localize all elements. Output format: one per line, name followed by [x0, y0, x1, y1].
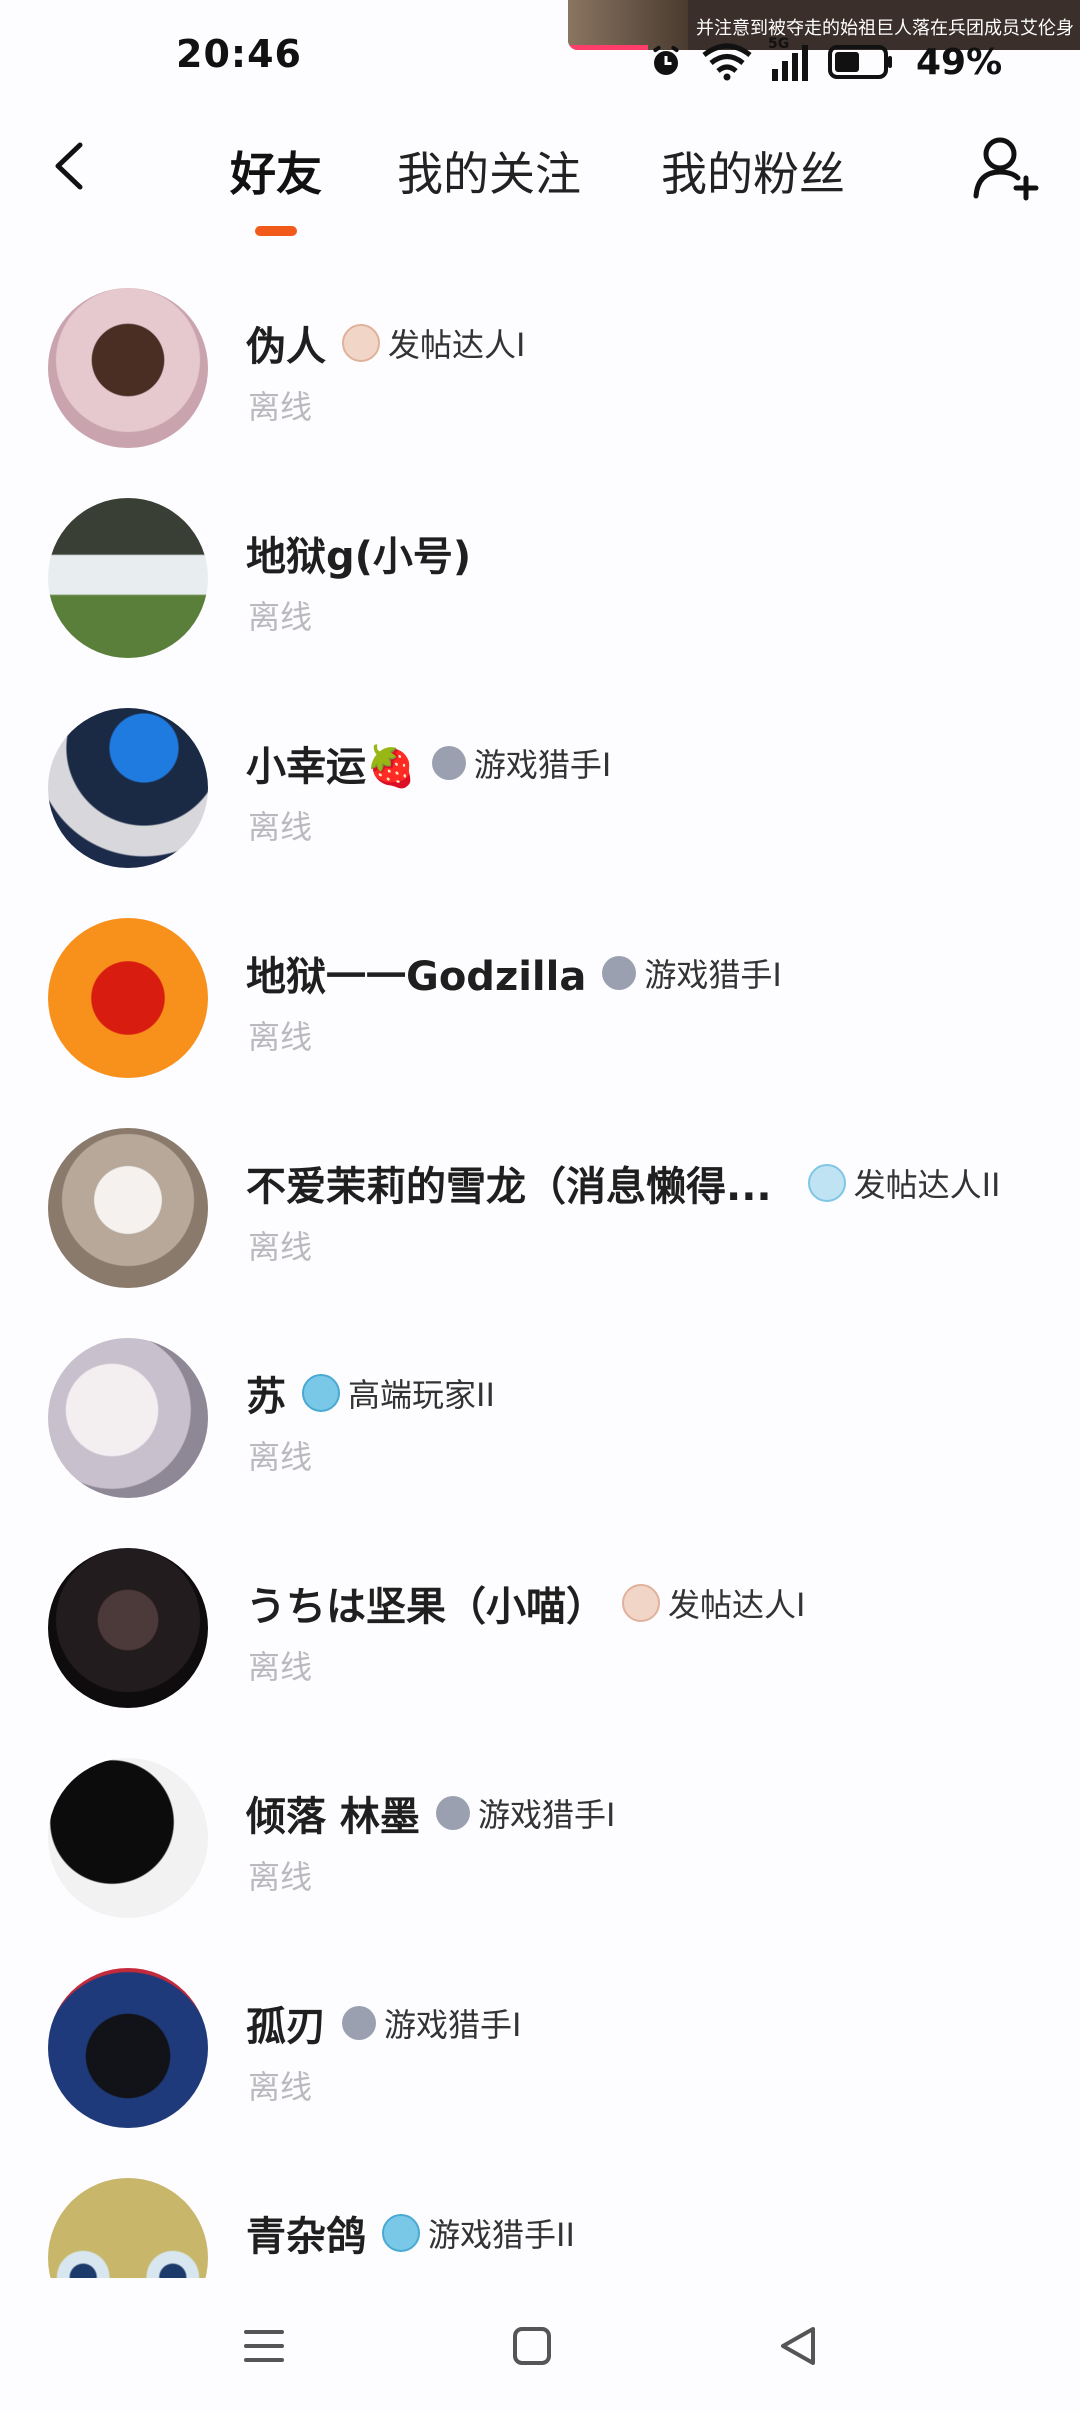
avatar[interactable] [48, 498, 208, 658]
hunter-badge-icon [382, 2214, 420, 2252]
friend-row[interactable]: 苏 高端玩家II 离线 [0, 1312, 1080, 1522]
level-badge: 游戏猎手I [431, 740, 611, 786]
friend-name: 倾落 林墨 [246, 1794, 420, 1840]
friend-row[interactable]: 伪人 发帖达人I 离线 [0, 262, 1080, 472]
level-badge: 游戏猎手II [382, 2210, 575, 2256]
hunter-badge-icon [431, 746, 466, 780]
home-square-icon [513, 2327, 551, 2365]
status-bar: 20:46 并注意到被夺走的始祖巨人落在兵团成员艾伦身 49% 5G [0, 0, 1080, 110]
avatar[interactable] [48, 1128, 208, 1288]
friend-row[interactable]: 小幸运🍓 游戏猎手I 离线 [0, 682, 1080, 892]
friend-name: 孤刃 [246, 2004, 326, 2050]
friend-row[interactable]: 不爱茉莉的雪龙（消息懒得... 发帖达人II 离线 [0, 1102, 1080, 1312]
friend-row[interactable]: 孤刃 游戏猎手I 离线 [0, 1942, 1080, 2152]
friend-name: 苏 [246, 1374, 286, 1420]
online-status: 离线 [248, 598, 313, 636]
avatar[interactable] [48, 1548, 208, 1708]
system-nav-bar [0, 2278, 1080, 2412]
home-button[interactable] [502, 2318, 562, 2374]
online-status: 离线 [248, 388, 313, 426]
video-progress [568, 45, 648, 50]
avatar[interactable] [48, 1758, 208, 1918]
online-status: 离线 [248, 808, 313, 846]
battery-icon [828, 45, 892, 79]
friend-name: 伪人 [246, 324, 326, 370]
level-badge: 游戏猎手I [342, 2000, 521, 2046]
friend-name: 地狱一一Godzilla [246, 954, 587, 1000]
friend-name: うちは坚果（小喵） [246, 1584, 606, 1630]
tab-friends[interactable]: 好友 [230, 138, 322, 204]
friend-row[interactable]: 地狱一一Godzilla 游戏猎手I 离线 [0, 892, 1080, 1102]
active-tab-indicator [255, 226, 297, 236]
online-status: 离线 [248, 1648, 313, 1686]
header: 好友 我的关注 我的粉丝 [0, 110, 1080, 240]
avatar[interactable] [48, 1968, 208, 2128]
friend-row[interactable]: 地狱g(小号) 离线 [0, 472, 1080, 682]
online-status: 离线 [248, 2068, 313, 2106]
poster-badge-icon [342, 324, 380, 362]
online-status: 离线 [248, 1858, 313, 1896]
add-friend-button[interactable] [972, 134, 1042, 204]
level-badge: 发帖达人II [807, 1160, 1000, 1206]
level-badge: 游戏猎手I [435, 1790, 615, 1836]
alarm-icon [653, 45, 679, 75]
level-badge: 游戏猎手I [602, 950, 782, 996]
avatar[interactable] [48, 708, 208, 868]
menu-button[interactable] [234, 2318, 294, 2374]
avatar[interactable] [48, 918, 208, 1078]
friend-name: 地狱g(小号) [246, 534, 472, 580]
battery-percent: 49% [916, 41, 1003, 83]
friend-row[interactable]: 倾落 林墨 游戏猎手I 离线 [0, 1732, 1080, 1942]
hunter-badge-icon [435, 1796, 470, 1830]
online-status: 离线 [248, 1228, 313, 1266]
avatar[interactable] [48, 288, 208, 448]
tab-following[interactable]: 我的关注 [397, 138, 581, 204]
poster-badge-icon [622, 1584, 660, 1622]
wifi-icon [702, 43, 752, 81]
network-type: 5G [768, 36, 790, 52]
hunter-badge-icon [602, 956, 637, 990]
level-badge: 发帖达人I [622, 1580, 805, 1626]
player-badge-icon [302, 1374, 340, 1412]
avatar[interactable] [48, 1338, 208, 1498]
friend-row[interactable]: うちは坚果（小喵） 发帖达人I 离线 [0, 1522, 1080, 1732]
back-nav-button[interactable] [768, 2318, 828, 2374]
back-button[interactable] [40, 136, 100, 196]
level-badge: 发帖达人I [342, 320, 525, 366]
video-caption: 并注意到被夺走的始祖巨人落在兵团成员艾伦身 [696, 18, 1074, 39]
chevron-left-icon [55, 142, 83, 190]
friend-name: 小幸运🍓 [246, 744, 416, 790]
level-badge: 高端玩家II [302, 1370, 495, 1416]
friend-name: 青杂鸽 [246, 2214, 366, 2260]
status-time: 20:46 [176, 32, 302, 76]
online-status: 离线 [248, 1018, 313, 1056]
poster-badge-icon [807, 1164, 846, 1202]
online-status: 离线 [248, 1438, 313, 1476]
friend-list: 伪人 发帖达人I 离线 地狱g(小号) 离线 小幸运🍓 游戏猎手I 离线 地狱一… [0, 262, 1080, 2362]
hunter-badge-icon [342, 2006, 376, 2040]
friend-name: 不爱茉莉的雪龙（消息懒得... [246, 1164, 772, 1210]
back-triangle-icon [781, 2327, 815, 2365]
status-icons: 49% [648, 40, 1002, 84]
menu-icon [244, 2330, 284, 2362]
add-user-icon [973, 137, 1039, 201]
tab-fans[interactable]: 我的粉丝 [661, 138, 845, 204]
